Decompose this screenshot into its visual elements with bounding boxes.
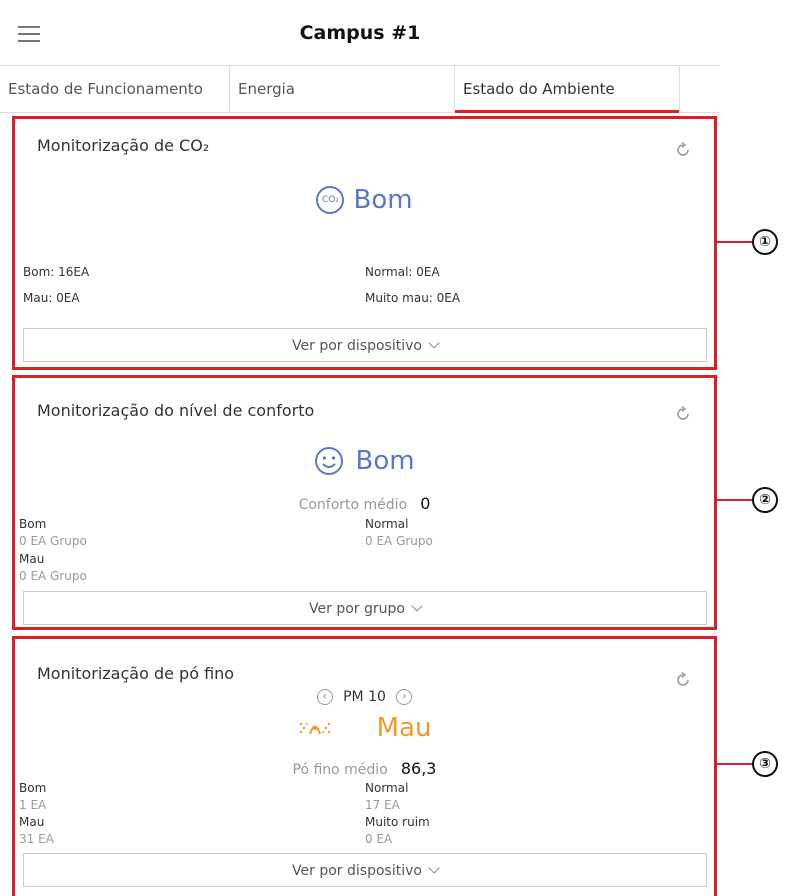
view-by-group-label: Ver por grupo bbox=[309, 601, 405, 617]
callout-line bbox=[717, 499, 753, 501]
comfort-panel-title: Monitorização do nível de conforto bbox=[37, 401, 315, 420]
comfort-panel: Monitorização do nível de conforto Bom C… bbox=[12, 375, 717, 630]
fine-dust-status: Mau bbox=[376, 713, 432, 743]
refresh-icon[interactable] bbox=[674, 671, 692, 689]
callout-line bbox=[717, 763, 753, 765]
fine-dust-panel-title: Monitorização de pó fino bbox=[37, 664, 235, 683]
view-by-device-button[interactable]: Ver por dispositivo bbox=[23, 853, 707, 887]
fine-dust-avg-label: Pó fino médio bbox=[292, 762, 388, 778]
comfort-normal-value: 0 EA Grupo bbox=[365, 534, 433, 548]
comfort-bad-value: 0 EA Grupo bbox=[19, 569, 87, 583]
smile-icon bbox=[315, 447, 344, 475]
fine-dust-normal-label: Normal bbox=[365, 781, 409, 795]
comfort-avg-value: 0 bbox=[420, 494, 431, 513]
comfort-good-label: Bom bbox=[19, 517, 47, 531]
co2-stat-very-bad: Muito mau: 0EA bbox=[365, 291, 461, 305]
dust-icon bbox=[299, 722, 330, 735]
callout-line bbox=[717, 241, 753, 243]
callout-3: ③ bbox=[752, 751, 778, 777]
tab-energy[interactable]: Energia bbox=[230, 66, 455, 112]
fine-dust-very-bad-label: Muito ruim bbox=[365, 815, 430, 829]
co2-icon: CO₂ bbox=[316, 186, 345, 214]
tab-bar: Estado de Funcionamento Energia Estado d… bbox=[0, 65, 720, 113]
callout-1: ① bbox=[752, 229, 778, 255]
refresh-icon[interactable] bbox=[674, 141, 692, 159]
tab-environment-status[interactable]: Estado do Ambiente bbox=[455, 66, 680, 113]
fine-dust-normal-value: 17 EA bbox=[365, 798, 400, 812]
comfort-status: Bom bbox=[355, 446, 415, 476]
callout-2: ② bbox=[752, 487, 778, 513]
co2-panel-title: Monitorização de CO₂ bbox=[37, 136, 210, 155]
page-title: Campus #1 bbox=[299, 22, 421, 44]
comfort-normal-label: Normal bbox=[365, 517, 409, 531]
co2-stat-normal: Normal: 0EA bbox=[365, 265, 440, 279]
tab-operating-status[interactable]: Estado de Funcionamento bbox=[0, 66, 230, 112]
view-by-group-button[interactable]: Ver por grupo bbox=[23, 591, 707, 625]
fine-dust-good-label: Bom bbox=[19, 781, 47, 795]
comfort-good-value: 0 EA Grupo bbox=[19, 534, 87, 548]
prev-arrow-icon[interactable]: ‹ bbox=[316, 689, 333, 705]
view-by-device-button[interactable]: Ver por dispositivo bbox=[23, 328, 707, 362]
view-by-device-label: Ver por dispositivo bbox=[292, 338, 422, 354]
chevron-down-icon bbox=[411, 600, 423, 612]
chevron-down-icon bbox=[428, 862, 440, 874]
fine-dust-very-bad-value: 0 EA bbox=[365, 832, 393, 846]
pm-selector-label: PM 10 bbox=[343, 689, 386, 705]
fine-dust-bad-label: Mau bbox=[19, 815, 45, 829]
next-arrow-icon[interactable]: › bbox=[396, 689, 413, 705]
comfort-avg-label: Conforto médio bbox=[298, 497, 408, 513]
chevron-down-icon bbox=[428, 337, 440, 349]
comfort-bad-label: Mau bbox=[19, 552, 45, 566]
refresh-icon[interactable] bbox=[674, 405, 692, 423]
fine-dust-panel: Monitorização de pó fino ‹ PM 10 › Mau P… bbox=[12, 636, 717, 896]
co2-panel: Monitorização de CO₂ CO₂ Bom Bom: 16EA N… bbox=[12, 116, 717, 370]
fine-dust-bad-value: 31 EA bbox=[19, 832, 54, 846]
fine-dust-avg-value: 86,3 bbox=[400, 759, 437, 778]
view-by-device-label: Ver por dispositivo bbox=[292, 863, 422, 879]
co2-status: Bom bbox=[353, 185, 413, 215]
fine-dust-good-value: 1 EA bbox=[19, 798, 47, 812]
co2-stat-good: Bom: 16EA bbox=[23, 265, 90, 279]
co2-stat-bad: Mau: 0EA bbox=[23, 291, 80, 305]
